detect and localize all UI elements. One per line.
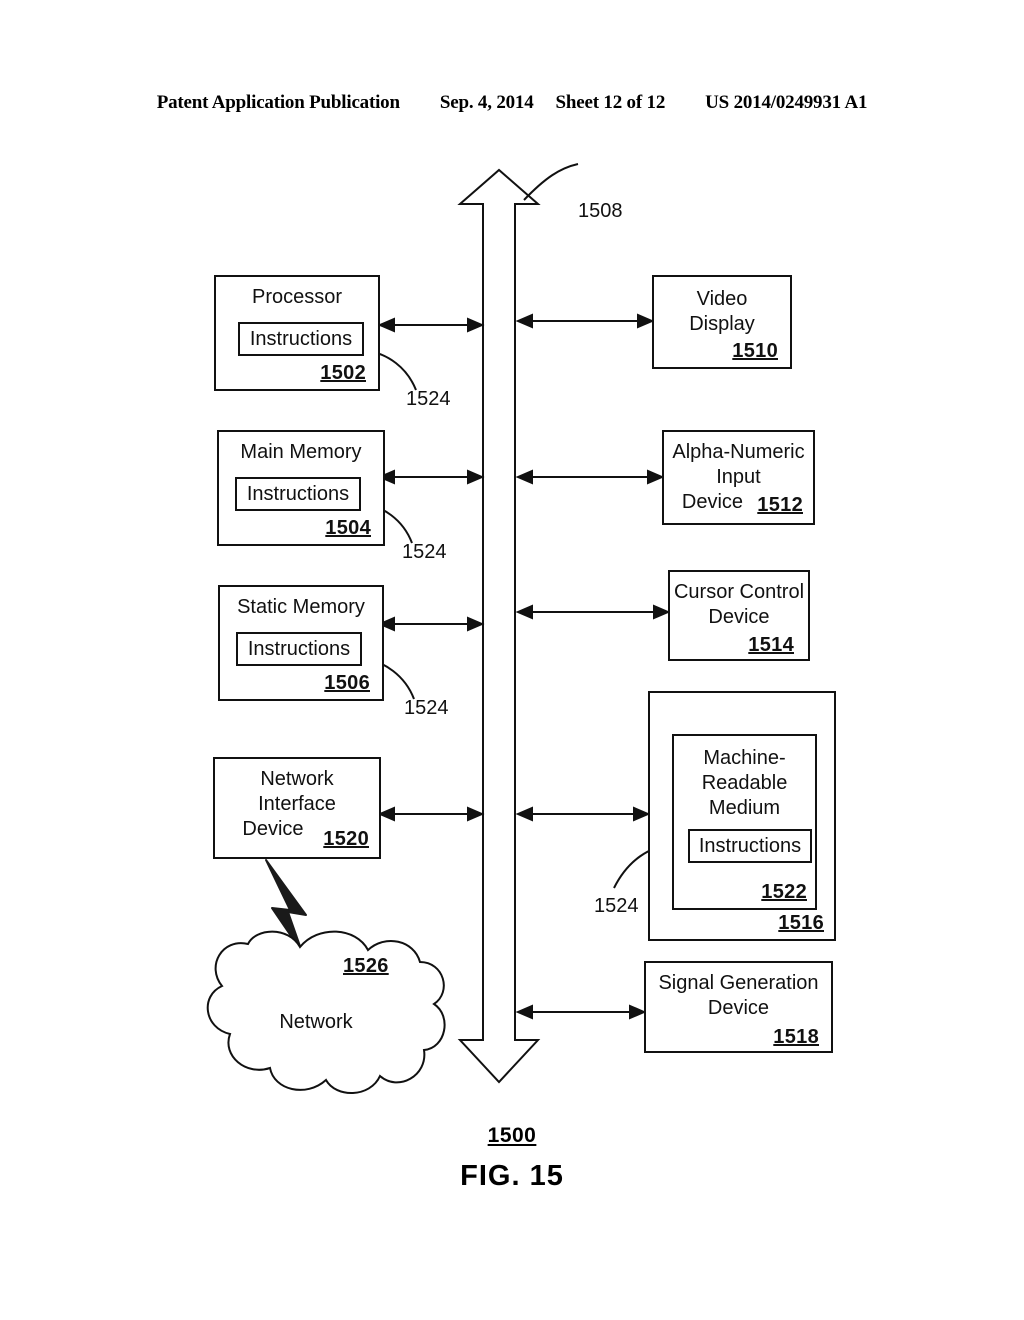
leader-label-1524-processor: 1524: [406, 388, 451, 410]
node-storage-unit-ref: 1516: [778, 912, 824, 934]
node-network-interface-device[interactable]: Network Interface Device 1520: [213, 757, 381, 859]
node-main-memory-instructions[interactable]: Instructions: [235, 477, 361, 511]
network-cloud-label: Network: [279, 1011, 353, 1033]
bus-ref-label: 1508: [578, 200, 623, 222]
node-static-memory[interactable]: Static Memory Instructions 1506: [218, 585, 384, 701]
figure-vector-layer: [206, 163, 673, 1094]
node-video-display-line2: Display: [689, 313, 755, 335]
system-ref-label: 1500: [487, 1124, 537, 1147]
leader-label-1524-static-memory: 1524: [404, 697, 449, 719]
node-sgd-line1: Signal Generation: [658, 972, 819, 994]
node-mrm-line1: Machine-: [703, 747, 786, 769]
node-ccd-line2: Device: [708, 606, 770, 628]
node-mrm-line2: Readable: [701, 772, 788, 794]
node-mrm-ref: 1522: [761, 881, 807, 903]
node-ani-line1: Alpha-Numeric: [672, 441, 805, 463]
node-static-memory-title: Static Memory: [237, 596, 365, 618]
node-main-memory-title: Main Memory: [240, 441, 362, 463]
node-static-memory-instructions[interactable]: Instructions: [236, 632, 362, 666]
node-cursor-control-device[interactable]: Cursor Control Device 1514: [668, 570, 810, 661]
right-connector-arrows: [515, 313, 671, 1020]
node-storage-unit[interactable]: 1516 Machine- Readable Medium Instructio…: [648, 691, 836, 941]
node-processor-ref: 1502: [320, 362, 366, 384]
node-video-display[interactable]: Video Display 1510: [652, 275, 792, 369]
node-ani-ref: 1512: [757, 494, 803, 516]
node-machine-readable-medium[interactable]: Machine- Readable Medium Instructions 15…: [672, 734, 817, 910]
node-processor-instructions[interactable]: Instructions: [238, 322, 364, 356]
node-mrm-line3: Medium: [708, 797, 781, 819]
node-alpha-numeric-input-device[interactable]: Alpha-Numeric Input Device 1512: [662, 430, 815, 525]
node-mrm-instructions[interactable]: Instructions: [688, 829, 812, 863]
bus-leader-line: [523, 163, 579, 201]
node-processor-title: Processor: [251, 286, 343, 308]
node-main-memory-ref: 1504: [325, 517, 371, 539]
node-signal-generation-device[interactable]: Signal Generation Device 1518: [644, 961, 833, 1053]
node-video-display-ref: 1510: [732, 340, 778, 362]
leader-label-1524-main-memory: 1524: [402, 541, 447, 563]
node-video-display-line1: Video: [696, 288, 748, 310]
node-nid-title-line2: Interface: [258, 793, 336, 815]
figure-caption: FIG. 15: [460, 1160, 564, 1192]
node-ani-line2: Input: [716, 466, 761, 488]
node-processor[interactable]: Processor Instructions 1502: [214, 275, 380, 391]
node-main-memory[interactable]: Main Memory Instructions 1504: [217, 430, 385, 546]
network-cloud-ref: 1526: [343, 955, 389, 977]
node-sgd-line2: Device: [707, 997, 770, 1019]
node-nid-title-line1: Network: [260, 768, 334, 790]
node-sgd-ref: 1518: [773, 1026, 819, 1048]
figure-15: Processor Instructions 1502 1524 Main Me…: [0, 0, 1024, 1320]
node-ccd-line1: Cursor Control: [673, 581, 805, 603]
node-ccd-ref: 1514: [748, 634, 794, 656]
node-nid-ref: 1520: [323, 828, 369, 850]
node-static-memory-ref: 1506: [324, 672, 370, 694]
leader-label-1524-machine-readable: 1524: [594, 895, 639, 917]
